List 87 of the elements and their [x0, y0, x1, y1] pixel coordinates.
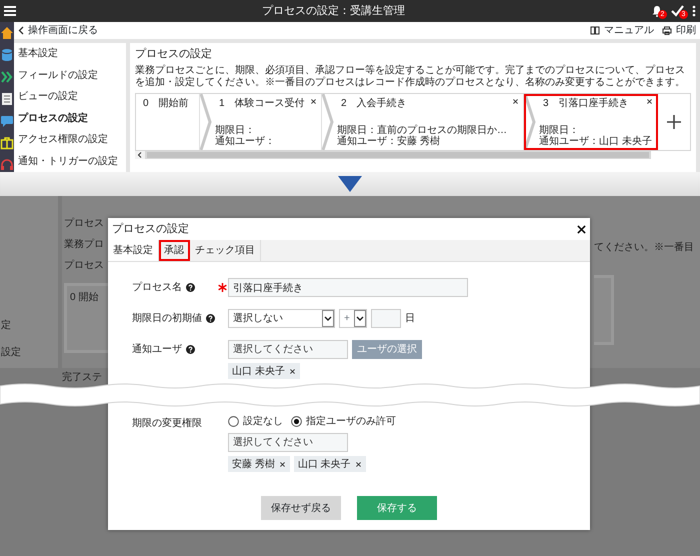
cancel-button[interactable]: 保存せず戻る [261, 496, 341, 520]
manual-link[interactable]: マニュアル [590, 23, 654, 38]
settings-menu-item[interactable]: 通知・トリガーの設定 [18, 154, 122, 169]
remove-icon[interactable] [646, 98, 653, 104]
radio-label: 指定ユーザのみ許可 [306, 414, 396, 429]
radio-label: 設定なし [243, 414, 283, 429]
add-icon[interactable] [666, 114, 682, 130]
tab[interactable]: 承認 [159, 240, 190, 261]
menu-fragment: 定 [1, 318, 12, 333]
field-label: 期限日の初期値 [132, 312, 202, 326]
manual-label: マニュアル [604, 24, 654, 38]
panel-fragment: プロセス [64, 216, 105, 231]
down-arrow-icon [338, 176, 362, 192]
document-icon[interactable] [0, 92, 14, 106]
back-link[interactable]: 操作画面に戻る [18, 23, 98, 38]
dialog-title: プロセスの設定 [112, 222, 189, 237]
radio-button[interactable] [228, 416, 239, 427]
user-select-field[interactable]: 選択してください [228, 433, 348, 452]
menu-fragment: 設定 [1, 346, 22, 360]
step-deadline: 期限日： [215, 124, 256, 136]
dropdown[interactable]: 選択しない [228, 309, 335, 328]
help-icon[interactable] [206, 314, 215, 322]
panel-description: 業務プロセスごとに、期限、必須項目、承認フロー等を設定することが可能です。完了までのプロセスについて、プロセスを追加・設定してください。※一番目のプロセスはレコード作成時のプロセスとなり、名称のみ変更することができます。 [135, 64, 686, 90]
chevrons-icon[interactable] [0, 70, 14, 84]
user-select-field[interactable]: 選択してください [228, 340, 348, 359]
chip-label: 山口 未央子 [232, 364, 285, 378]
step-fragment: 0 開始 [70, 291, 100, 305]
headset-icon[interactable] [0, 158, 14, 172]
panel-title: プロセスの設定 [135, 46, 213, 62]
field-label: 期限の変更権限 [132, 416, 202, 430]
home-icon[interactable] [0, 26, 14, 40]
step-name: 2 入会手続き [340, 98, 407, 108]
sign-dropdown[interactable]: + [339, 309, 367, 328]
unit-label: 日 [404, 312, 415, 326]
help-icon[interactable] [186, 282, 195, 292]
help-icon[interactable] [186, 344, 195, 354]
field-label: 通知ユーザ [132, 342, 182, 356]
dimmed-step-box [594, 275, 614, 345]
input-field[interactable]: 引落口座手続き [228, 278, 468, 297]
printer-icon [662, 26, 672, 35]
settings-menu-item[interactable]: フィールドの設定 [18, 68, 122, 83]
book-icon [590, 26, 600, 35]
step-notify-user: 通知ユーザ：山口 未央子 [539, 136, 653, 146]
description-fragment: てください。※一番目 [594, 240, 695, 255]
remove-icon[interactable] [288, 368, 296, 374]
caret-icon [322, 310, 334, 327]
remove-icon[interactable] [278, 460, 286, 468]
settings-menu-item[interactable]: プロセスの設定 [18, 110, 122, 126]
step-name: 3 引落口座手続き [542, 98, 629, 108]
process-step[interactable]: 0 開始前 [136, 94, 200, 150]
remove-icon[interactable] [310, 98, 317, 104]
field-label: プロセス名 [132, 280, 182, 294]
step-deadline: 期限日：直前のプロセスの期限日か… [337, 124, 508, 136]
settings-menu-item[interactable]: ビューの設定 [18, 89, 122, 104]
settings-menu-item[interactable]: アクセス権限の設定 [18, 132, 122, 148]
briefcase-icon[interactable] [0, 136, 14, 150]
more-icon[interactable] [692, 5, 696, 17]
chat-icon[interactable] [0, 114, 14, 128]
remove-icon[interactable] [354, 460, 362, 468]
days-input[interactable] [370, 309, 401, 328]
scrollbar-thumb[interactable] [147, 152, 649, 158]
remove-icon[interactable] [512, 98, 519, 104]
step-name: 0 開始前 [142, 98, 189, 108]
panel-fragment: 業務プロ [64, 238, 105, 252]
menu-icon[interactable] [4, 6, 16, 16]
process-step[interactable]: 3 引落口座手続き 期限日： 通知ユーザ：山口 未央子 [524, 94, 658, 150]
print-link[interactable]: 印刷 [662, 23, 696, 38]
close-icon[interactable] [577, 224, 586, 234]
check-icon[interactable] [671, 5, 684, 17]
required-icon [218, 283, 227, 292]
print-label: 印刷 [676, 24, 696, 38]
radio-button[interactable] [291, 416, 302, 427]
section-fragment: 完了ステ [61, 370, 102, 385]
step-notify-user: 通知ユーザ： [215, 136, 276, 146]
back-icon [18, 26, 24, 35]
window-title: プロセスの設定：受講生管理 [262, 4, 405, 19]
chip-label: 山口 未央子 [298, 458, 351, 472]
tab[interactable]: 基本設定 [108, 240, 159, 261]
database-icon[interactable] [0, 48, 14, 62]
step-deadline: 期限日： [539, 124, 580, 136]
chip-label: 安藤 秀樹 [232, 458, 275, 472]
back-link-label: 操作画面に戻る [28, 24, 98, 38]
step-name: 1 体験コース受付 [218, 98, 305, 108]
caret-icon [354, 310, 366, 327]
panel-fragment: プロセス [64, 258, 105, 273]
settings-menu-item[interactable]: 基本設定 [18, 46, 122, 62]
step-notify-user: 通知ユーザ：安藤 秀樹 [337, 136, 441, 146]
